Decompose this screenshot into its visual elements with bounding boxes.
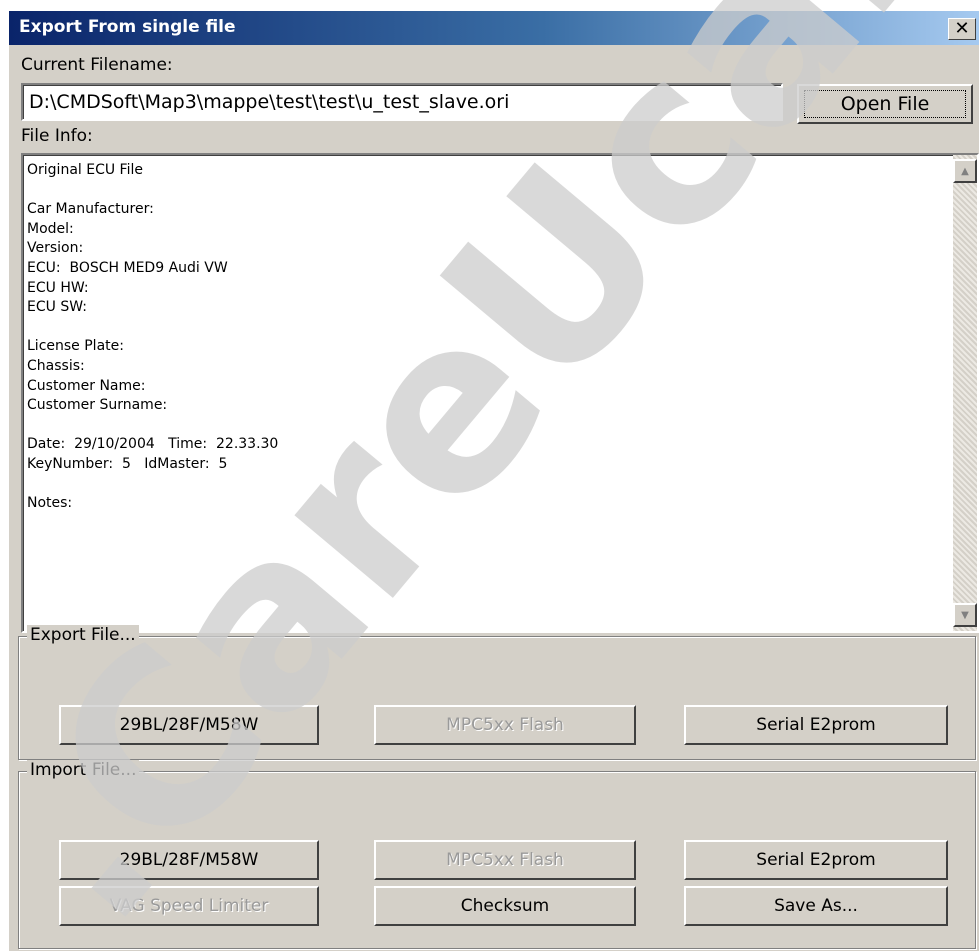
focus-ring <box>804 90 966 118</box>
title-bar[interactable]: Export From single file ✕ <box>9 11 979 45</box>
scroll-down-icon[interactable]: ▼ <box>953 603 977 627</box>
file-info-line: ECU HW: <box>27 279 89 296</box>
file-info-line <box>27 416 937 436</box>
file-info-line: Chassis: <box>27 357 85 374</box>
file-info-line <box>27 475 937 495</box>
filename-field[interactable]: D:\CMDSoft\Map3\mappe\test\test\u_test_s… <box>21 83 783 121</box>
import-29bl-button[interactable]: 29BL/28F/M58W <box>59 840 319 880</box>
file-info-line: Date: 29/10/2004 Time: 22.33.30 <box>27 436 279 453</box>
export-file-group: Export File... 29BL/28F/M58W MPC5xx Flas… <box>18 625 976 760</box>
export-mpc5xx-button: MPC5xx Flash <box>374 705 636 745</box>
file-info-textarea[interactable]: Original ECU File Car Manufacturer: Model:… <box>21 153 979 633</box>
export-serial-e2prom-button[interactable]: Serial E2prom <box>684 705 948 745</box>
export-group-label: Export File... <box>27 625 139 645</box>
file-info-line: Model: <box>27 220 74 237</box>
window-title: Export From single file <box>19 17 236 37</box>
file-info-line: ECU: BOSCH MED9 Audi VW <box>27 259 228 276</box>
save-as-button[interactable]: Save As... <box>684 886 948 926</box>
vag-speed-limiter-button: VAG Speed Limiter <box>59 886 319 926</box>
vertical-scrollbar[interactable]: ▲ ▼ <box>953 155 977 631</box>
close-icon: ✕ <box>954 18 970 39</box>
export-29bl-button[interactable]: 29BL/28F/M58W <box>59 705 319 745</box>
import-file-group: Import File... 29BL/28F/M58W MPC5xx Flas… <box>18 760 976 949</box>
file-info-line: License Plate: <box>27 338 124 355</box>
file-info-line: Version: <box>27 240 84 257</box>
open-file-button[interactable]: Open File <box>797 84 973 124</box>
file-info-line <box>27 318 937 338</box>
file-info-line: Car Manufacturer: <box>27 201 154 218</box>
file-info-line: KeyNumber: 5 IdMaster: 5 <box>27 455 228 472</box>
file-info-line: Notes: <box>27 495 73 512</box>
import-group-label: Import File... <box>27 760 140 780</box>
scroll-up-icon[interactable]: ▲ <box>953 159 977 183</box>
file-info-label: File Info: <box>21 126 93 146</box>
file-info-line: Customer Name: <box>27 377 146 394</box>
close-button[interactable]: ✕ <box>948 18 976 40</box>
import-mpc5xx-button: MPC5xx Flash <box>374 840 636 880</box>
import-serial-e2prom-button[interactable]: Serial E2prom <box>684 840 948 880</box>
checksum-button[interactable]: Checksum <box>374 886 636 926</box>
file-info-line: Customer Surname: <box>27 397 168 414</box>
file-info-content: Original ECU File Car Manufacturer: Model:… <box>27 161 937 514</box>
file-info-line <box>27 181 937 201</box>
current-filename-label: Current Filename: <box>21 55 173 75</box>
export-dialog: Export From single file ✕ Current Filena… <box>8 10 979 951</box>
file-info-line: ECU SW: <box>27 299 87 316</box>
file-info-line: Original ECU File <box>27 162 143 178</box>
